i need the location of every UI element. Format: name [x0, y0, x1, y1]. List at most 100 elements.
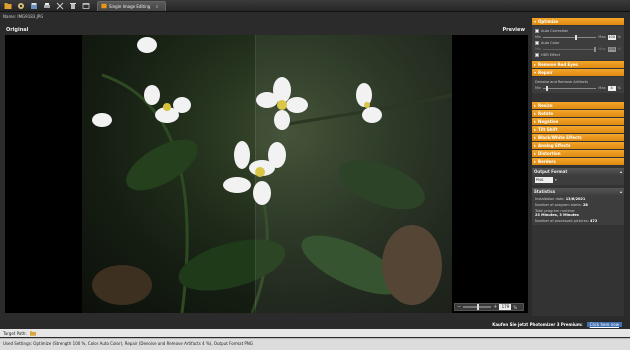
split-divider[interactable] — [255, 35, 256, 313]
chevron-right-icon: ▸ — [534, 135, 537, 140]
expand-icon[interactable]: ▴ — [620, 169, 622, 174]
original-label: Original — [6, 26, 29, 33]
auto-color-label: Auto Color — [541, 41, 560, 45]
auto-color-slider[interactable] — [543, 46, 597, 52]
denoise-slider[interactable] — [543, 85, 597, 91]
zoom-percent: % — [513, 304, 518, 310]
print-icon[interactable] — [41, 1, 52, 11]
auto-color-value[interactable]: 100 — [607, 46, 616, 52]
stat-value: 28 — [583, 203, 588, 207]
repair-options: Denoise and Remove Artifacts Min Max 4 % — [532, 77, 624, 93]
auto-correction-label: Auto Correction — [541, 29, 569, 33]
auto-color-checkbox[interactable] — [535, 41, 539, 45]
min-label: Min — [535, 35, 542, 39]
max-label: Max — [598, 35, 606, 39]
stat-value: 472 — [589, 219, 598, 223]
stat-label: Number of program starts: — [535, 203, 582, 207]
close-icon[interactable]: × — [155, 4, 158, 9]
min-label: Min — [535, 86, 542, 90]
chevron-down-icon[interactable]: ▾ — [555, 178, 557, 182]
auto-correction-checkbox[interactable] — [535, 29, 539, 33]
zoom-in-icon[interactable]: + — [493, 304, 497, 310]
chevron-right-icon: ▸ — [534, 143, 537, 148]
chevron-right-icon: ▸ — [534, 62, 537, 67]
max-label: Max — [598, 86, 606, 90]
preview-label: Preview — [502, 26, 525, 33]
window-icon[interactable] — [80, 1, 91, 11]
denoise-label: Denoise and Remove Artifacts — [535, 80, 588, 84]
strength-slider[interactable] — [543, 34, 597, 40]
min-label: Min — [535, 47, 542, 51]
open-icon[interactable] — [2, 1, 13, 11]
strength-value[interactable]: 100 — [607, 34, 616, 40]
zoom-value[interactable]: 179 — [499, 304, 512, 310]
section-title: Repair — [538, 70, 553, 75]
settings-icon[interactable] — [15, 1, 26, 11]
promo-link[interactable]: Click here now — [586, 321, 622, 327]
output-format-body: PNG ▾ — [532, 175, 624, 185]
save-icon[interactable] — [28, 1, 39, 11]
target-path-row: Target Path: — [0, 329, 630, 337]
section-remove-red-eyes[interactable]: ▸ Remove Red Eyes — [532, 61, 624, 68]
section-title: Rotate — [538, 111, 554, 116]
tab-single-image-editing[interactable]: Single Image Editing × — [97, 0, 166, 11]
section-rotate[interactable]: ▸ Rotate — [532, 110, 624, 117]
section-title: Black/White Effects — [538, 135, 582, 140]
folder-icon[interactable] — [29, 330, 36, 336]
delete-icon[interactable] — [67, 1, 78, 11]
chevron-right-icon: ▸ — [534, 151, 537, 156]
section-optimize[interactable]: ▾ Optimize — [532, 18, 624, 25]
section-negative[interactable]: ▸ Negative — [532, 118, 624, 125]
hdr-effect-checkbox[interactable] — [535, 53, 539, 57]
chevron-right-icon: ▸ — [534, 111, 537, 116]
section-analog-effects[interactable]: ▸ Analog Effects — [532, 142, 624, 149]
target-path-label: Target Path: — [3, 330, 27, 336]
slider-thumb[interactable] — [593, 46, 596, 52]
stat-processed: Number of processed pictures: 472 — [532, 218, 624, 224]
chevron-right-icon: ▸ — [534, 159, 537, 164]
section-borders[interactable]: ▸ Borders — [532, 158, 624, 165]
output-format-header: Output Format ▴ — [532, 168, 624, 175]
section-title: Negative — [538, 119, 559, 124]
section-resize[interactable]: ▸ Resize — [532, 102, 624, 109]
zoom-slider-thumb[interactable] — [477, 304, 480, 310]
zoom-out-icon[interactable]: − — [457, 304, 461, 310]
chevron-right-icon: ▸ — [534, 119, 537, 124]
slider-thumb[interactable] — [575, 34, 578, 40]
auto-color-slider-row: Min Max 100 % — [535, 46, 621, 52]
statistics-title: Statistics — [534, 189, 556, 194]
stat-runtime: Total program runtime: 23 Minutes, 3 Minu… — [532, 208, 624, 218]
slider-thumb[interactable] — [545, 85, 548, 91]
settings-panel: ▾ Optimize Auto Correction Min Max 100 % … — [532, 18, 624, 316]
section-black-white-effects[interactable]: ▸ Black/White Effects — [532, 134, 624, 141]
stat-label: Number of processed pictures: — [535, 219, 589, 223]
section-title: Optimize — [538, 19, 559, 24]
image-viewer[interactable]: − + 179 % — [5, 35, 528, 313]
chevron-down-icon: ▾ — [534, 70, 537, 75]
section-title: Analog Effects — [538, 143, 571, 148]
output-format-title: Output Format — [534, 169, 568, 174]
section-distortion[interactable]: ▸ Distortion — [532, 150, 624, 157]
viewer-header: Original Preview — [3, 25, 528, 34]
section-title: Borders — [538, 159, 556, 164]
denoise-value[interactable]: 4 — [607, 85, 616, 91]
status-bar: Used Settings: Optimize (Strength 100 %,… — [0, 338, 630, 350]
percent-label: % — [617, 35, 621, 39]
promo-text: Kaufen Sie jetzt Photomizer 3 Premium: — [492, 321, 583, 327]
chevron-down-icon: ▾ — [534, 19, 537, 24]
promo-bar: Kaufen Sie jetzt Photomizer 3 Premium: C… — [0, 320, 630, 328]
section-title: Tilt Shift — [538, 127, 558, 132]
section-repair[interactable]: ▾ Repair — [532, 69, 624, 76]
chevron-right-icon: ▸ — [534, 127, 537, 132]
section-tilt-shift[interactable]: ▸ Tilt Shift — [532, 126, 624, 133]
file-name: Name: IMG9183.JPG — [3, 14, 44, 19]
expand-icon[interactable]: ▴ — [620, 189, 622, 194]
section-title: Resize — [538, 103, 553, 108]
statistics-body: Installation date: 13/6/2021 Number of p… — [532, 195, 624, 225]
cut-icon[interactable] — [54, 1, 65, 11]
statistics-header: Statistics ▴ — [532, 188, 624, 195]
percent-label: % — [617, 86, 621, 90]
zoom-slider[interactable] — [463, 304, 492, 310]
section-title: Remove Red Eyes — [538, 62, 578, 67]
output-format-select[interactable]: PNG — [535, 177, 553, 183]
